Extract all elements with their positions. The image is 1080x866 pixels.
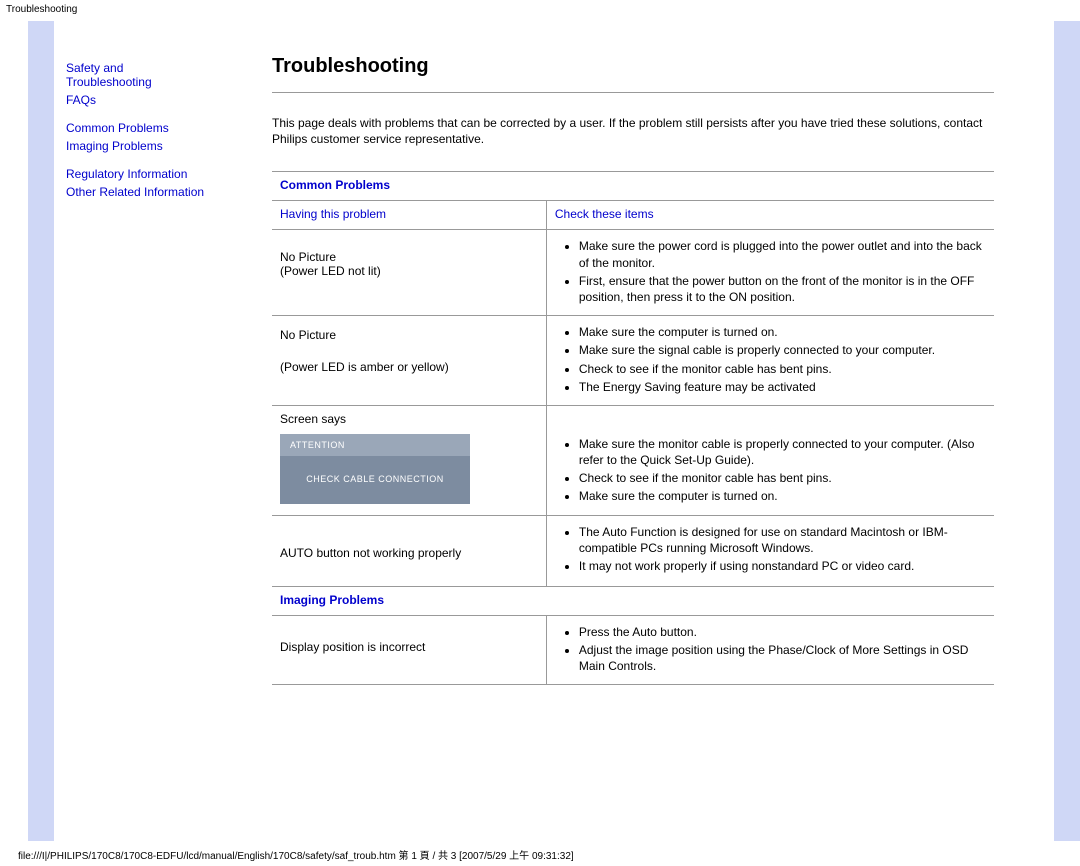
- page-header-title: Troubleshooting: [0, 0, 1080, 21]
- problem-cell: No Picture (Power LED not lit): [272, 230, 546, 316]
- column-header-row: Having this problem Check these items: [272, 201, 994, 230]
- page-title: Troubleshooting: [272, 55, 994, 78]
- column-header-checks: Check these items: [546, 201, 994, 230]
- sidebar-group-2: Common Problems Imaging Problems: [66, 121, 236, 153]
- check-item: Make sure the computer is turned on.: [579, 324, 986, 340]
- sidebar-link-imaging-problems[interactable]: Imaging Problems: [66, 139, 236, 153]
- sidebar-link-text: Troubleshooting: [66, 75, 152, 89]
- sidebar-group-3: Regulatory Information Other Related Inf…: [66, 167, 236, 199]
- title-divider: [272, 92, 994, 93]
- checks-cell: Make sure the monitor cable is properly …: [546, 405, 994, 515]
- check-item: Make sure the monitor cable is properly …: [579, 436, 986, 468]
- sidebar-link-other-related[interactable]: Other Related Information: [66, 185, 236, 199]
- attention-screen-graphic: ATTENTION CHECK CABLE CONNECTION: [280, 434, 470, 504]
- table-row: Display position is incorrect Press the …: [272, 615, 994, 685]
- intro-text: This page deals with problems that can b…: [272, 115, 994, 147]
- main-content: Troubleshooting This page deals with pro…: [248, 21, 1054, 841]
- problem-text: AUTO button not working properly: [280, 546, 538, 560]
- checks-cell: Make sure the computer is turned on. Mak…: [546, 316, 994, 406]
- problem-cell: Display position is incorrect: [272, 615, 546, 685]
- checks-cell: The Auto Function is designed for use on…: [546, 515, 994, 586]
- troubleshooting-table: Common Problems Having this problem Chec…: [272, 171, 994, 685]
- problem-text: (Power LED is amber or yellow): [280, 360, 538, 374]
- checks-list: Make sure the monitor cable is properly …: [579, 436, 986, 505]
- check-item: It may not work properly if using nonsta…: [579, 558, 986, 574]
- check-item: Check to see if the monitor cable has be…: [579, 361, 986, 377]
- problem-text: Display position is incorrect: [280, 640, 538, 654]
- problem-text: No Picture: [280, 328, 538, 342]
- attention-bar: ATTENTION: [280, 434, 470, 456]
- checks-list: Make sure the computer is turned on. Mak…: [579, 324, 986, 395]
- table-row: No Picture (Power LED not lit) Make sure…: [272, 230, 994, 316]
- page-layout: Safety and Troubleshooting FAQs Common P…: [0, 21, 1080, 841]
- problem-cell: Screen says ATTENTION CHECK CABLE CONNEC…: [272, 405, 546, 515]
- check-item: The Energy Saving feature may be activat…: [579, 379, 986, 395]
- check-item: Check to see if the monitor cable has be…: [579, 470, 986, 486]
- checks-list: Press the Auto button. Adjust the image …: [579, 624, 986, 675]
- section-header-imaging: Imaging Problems: [272, 586, 994, 615]
- checks-cell: Make sure the power cord is plugged into…: [546, 230, 994, 316]
- check-item: Adjust the image position using the Phas…: [579, 642, 986, 674]
- sidebar-link-faqs[interactable]: FAQs: [66, 93, 236, 107]
- check-item: Press the Auto button.: [579, 624, 986, 640]
- sidebar-group-1: Safety and Troubleshooting FAQs: [66, 61, 236, 107]
- problem-text: (Power LED not lit): [280, 264, 538, 278]
- check-item: Make sure the computer is turned on.: [579, 488, 986, 504]
- checks-cell: Press the Auto button. Adjust the image …: [546, 615, 994, 685]
- sidebar-link-common-problems[interactable]: Common Problems: [66, 121, 236, 135]
- check-item: First, ensure that the power button on t…: [579, 273, 986, 305]
- attention-body: CHECK CABLE CONNECTION: [280, 456, 470, 504]
- left-decor-strip: [28, 21, 54, 841]
- sidebar-link-safety[interactable]: Safety and Troubleshooting: [66, 61, 236, 89]
- table-row: No Picture (Power LED is amber or yellow…: [272, 316, 994, 406]
- checks-list: The Auto Function is designed for use on…: [579, 524, 986, 575]
- table-row: Screen says ATTENTION CHECK CABLE CONNEC…: [272, 405, 994, 515]
- problem-cell: No Picture (Power LED is amber or yellow…: [272, 316, 546, 406]
- check-item: Make sure the signal cable is properly c…: [579, 342, 986, 358]
- problem-cell: AUTO button not working properly: [272, 515, 546, 586]
- problem-text: No Picture: [280, 250, 538, 264]
- sidebar-link-text: Safety and: [66, 61, 123, 75]
- sidebar: Safety and Troubleshooting FAQs Common P…: [54, 21, 248, 841]
- section-header-common: Common Problems: [272, 172, 994, 201]
- check-item: The Auto Function is designed for use on…: [579, 524, 986, 556]
- table-row: AUTO button not working properly The Aut…: [272, 515, 994, 586]
- right-decor-strip: [1054, 21, 1080, 841]
- section-heading: Common Problems: [272, 172, 994, 201]
- footer-file-path: file:///I|/PHILIPS/170C8/170C8-EDFU/lcd/…: [0, 841, 1080, 866]
- checks-list: Make sure the power cord is plugged into…: [579, 238, 986, 305]
- check-item: Make sure the power cord is plugged into…: [579, 238, 986, 270]
- problem-text: Screen says: [280, 412, 538, 426]
- sidebar-link-regulatory[interactable]: Regulatory Information: [66, 167, 236, 181]
- section-heading: Imaging Problems: [272, 586, 994, 615]
- column-header-problem: Having this problem: [272, 201, 546, 230]
